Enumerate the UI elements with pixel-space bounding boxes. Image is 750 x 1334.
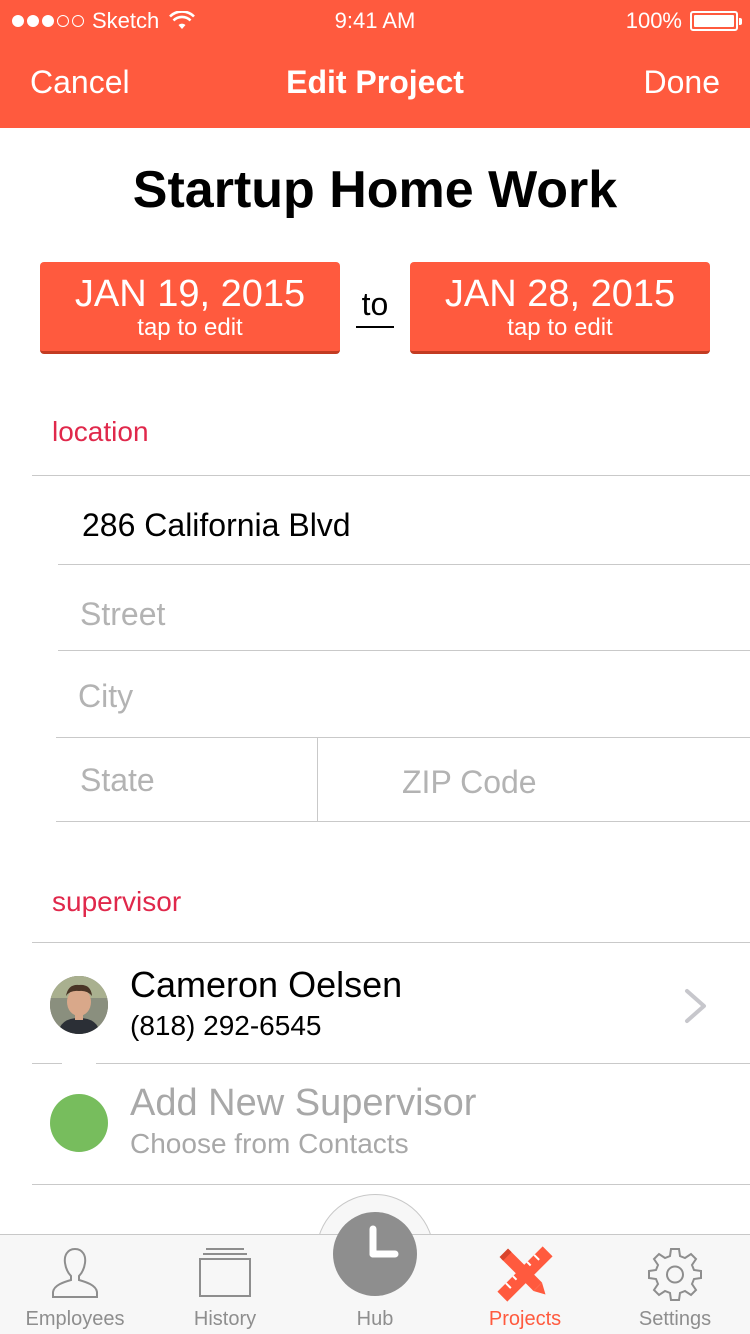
start-date-button[interactable]: JAN 19, 2015 tap to edit — [40, 262, 340, 354]
divider — [32, 475, 750, 476]
supervisor-section-label: supervisor — [52, 886, 182, 917]
tab-label: History — [193, 1308, 257, 1330]
nav-bar: Cancel Edit Project Done — [0, 40, 750, 128]
divider — [32, 1063, 750, 1064]
state-field[interactable]: State — [80, 762, 155, 799]
history-stack-icon — [150, 1246, 300, 1298]
tab-employees[interactable]: Employees — [0, 1234, 150, 1334]
tab-history[interactable]: History — [150, 1234, 300, 1334]
location-section-label: location — [52, 416, 149, 447]
done-button[interactable]: Done — [644, 64, 721, 101]
clock-icon[interactable] — [333, 1212, 417, 1296]
tab-label: Hub — [356, 1308, 394, 1330]
divider — [32, 1184, 750, 1185]
end-date-hint: tap to edit — [507, 314, 613, 341]
divider — [56, 737, 750, 738]
tab-label: Settings — [638, 1308, 712, 1330]
tab-projects[interactable]: Projects — [450, 1234, 600, 1334]
divider — [58, 650, 750, 651]
zip-code-field[interactable]: ZIP Code — [402, 764, 537, 801]
city-field[interactable]: City — [78, 678, 133, 715]
pencil-ruler-icon — [450, 1246, 600, 1302]
tab-label: Projects — [488, 1308, 562, 1330]
supervisor-name: Cameron Oelsen — [130, 964, 403, 1005]
chevron-right-icon — [684, 988, 708, 1029]
page-title: Edit Project — [286, 64, 464, 100]
start-date-label: JAN 19, 2015 — [74, 273, 306, 315]
tab-settings[interactable]: Settings — [600, 1234, 750, 1334]
end-date-button[interactable]: JAN 28, 2015 tap to edit — [410, 262, 710, 354]
date-separator-underline — [356, 326, 394, 328]
add-supervisor-title: Add New Supervisor — [130, 1082, 477, 1124]
divider — [56, 821, 750, 822]
end-date-label: JAN 28, 2015 — [444, 273, 676, 315]
project-name[interactable]: Startup Home Work — [0, 160, 750, 220]
divider — [58, 564, 750, 565]
avatar — [50, 976, 108, 1034]
add-supervisor-icon — [50, 1094, 108, 1152]
field-separator — [317, 738, 318, 822]
header: Sketch 9:41 AM 100% Cancel Edit Project … — [0, 0, 750, 128]
start-date-hint: tap to edit — [137, 314, 243, 341]
date-separator: to — [361, 286, 389, 322]
battery-icon — [690, 11, 742, 31]
status-bar: Sketch 9:41 AM 100% — [0, 0, 750, 40]
battery-percent: 100% — [625, 8, 682, 33]
street-field[interactable]: Street — [80, 596, 165, 633]
divider-gap — [62, 1058, 96, 1070]
address-field[interactable]: 286 California Blvd — [82, 507, 351, 544]
gear-icon — [600, 1246, 750, 1302]
person-icon — [0, 1246, 150, 1300]
tab-label: Employees — [25, 1308, 125, 1330]
supervisor-phone: (818) 292-6545 — [130, 1010, 322, 1041]
add-supervisor-subtitle: Choose from Contacts — [130, 1128, 409, 1159]
status-right: 100% — [625, 8, 742, 34]
divider — [32, 942, 750, 943]
